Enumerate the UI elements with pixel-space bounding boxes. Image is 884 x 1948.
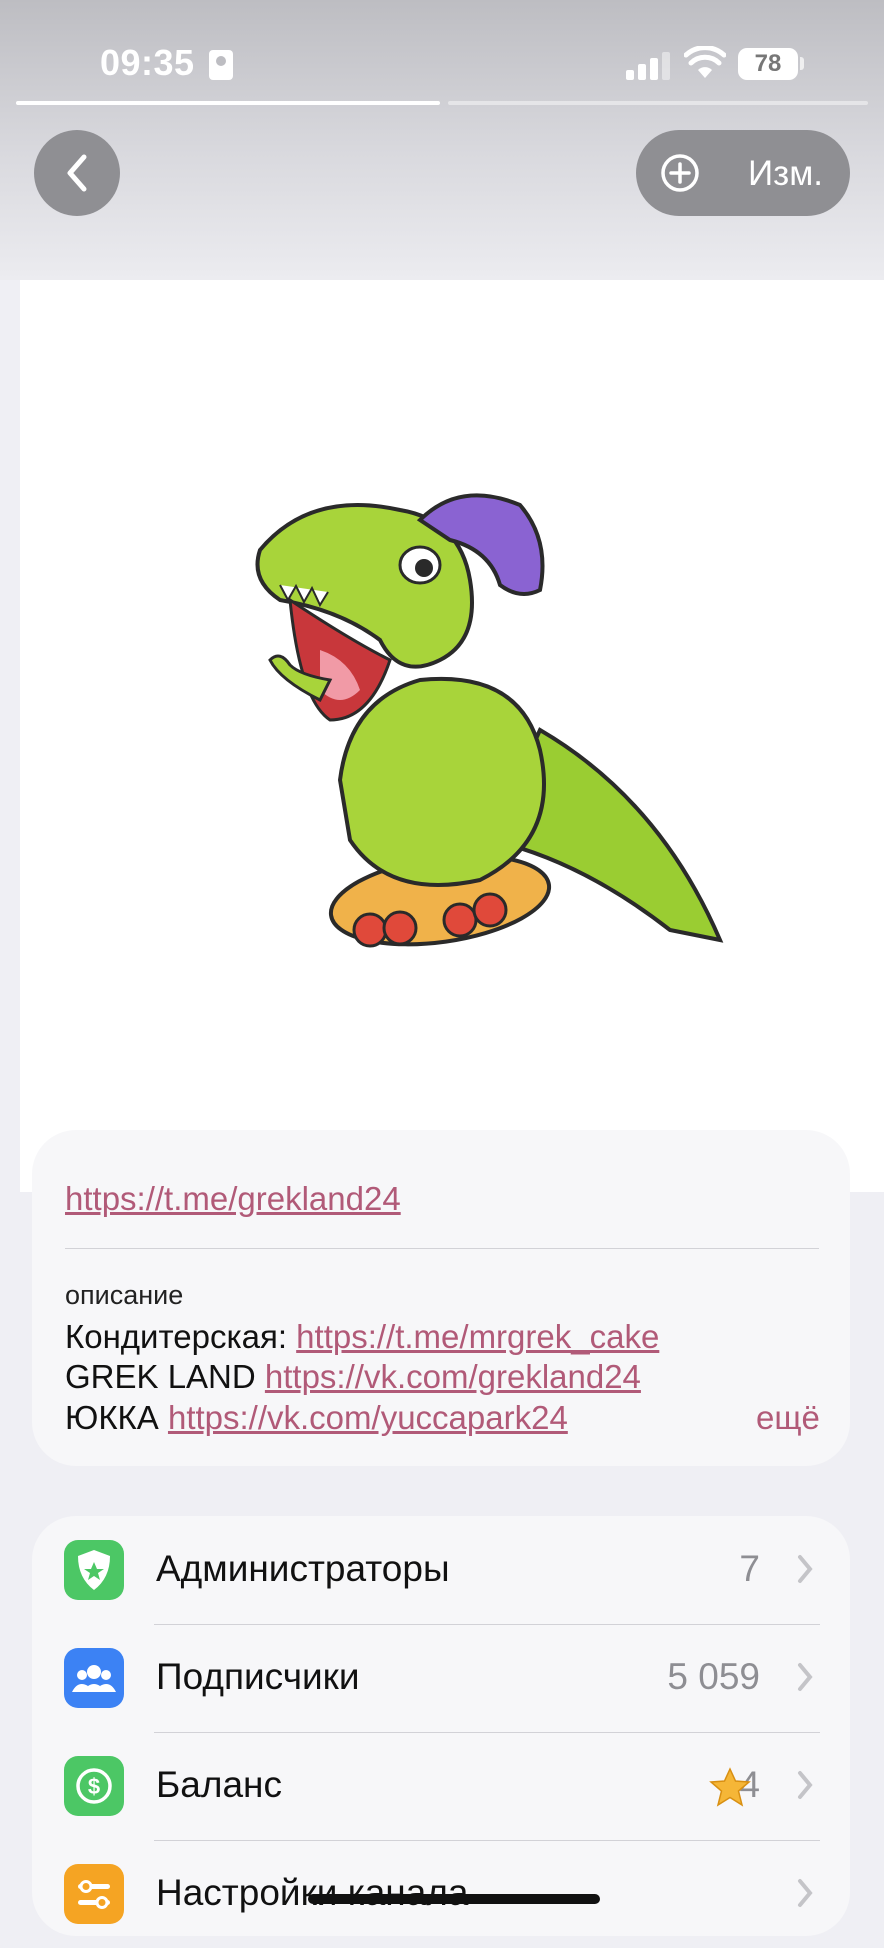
chevron-left-icon <box>67 154 87 192</box>
divider <box>65 1248 819 1249</box>
back-button[interactable] <box>34 130 120 216</box>
menu-item-administrators[interactable]: Администраторы 7 <box>32 1516 850 1624</box>
menu-item-value: 7 <box>739 1548 760 1589</box>
settings-icon <box>64 1864 124 1924</box>
contact-card-icon <box>209 50 233 80</box>
description-line: Кондитерская: https://t.me/mrgrek_cake <box>65 1318 659 1356</box>
description-text: GREK LAND <box>65 1358 265 1395</box>
story-progress-segment <box>448 101 868 105</box>
description-text: Кондитерская: <box>65 1318 297 1355</box>
description-link[interactable]: https://vk.com/grekland24 <box>265 1358 641 1395</box>
description-label: описание <box>65 1280 184 1310</box>
shield-star-icon <box>64 1540 124 1600</box>
dollar-icon: $ <box>64 1756 124 1816</box>
menu-item-value: 5 059 <box>667 1656 760 1697</box>
battery-tip <box>800 57 804 70</box>
wifi-icon <box>684 46 726 78</box>
chevron-right-icon <box>798 1771 813 1799</box>
description-line: ЮККА https://vk.com/yuccapark24 <box>65 1399 568 1437</box>
menu-item-label: Настройки канала <box>156 1872 469 1913</box>
channel-avatar[interactable] <box>20 280 884 1192</box>
edit-label: Изм. <box>748 154 823 193</box>
star-icon <box>709 1767 751 1807</box>
svg-text:$: $ <box>88 1774 100 1799</box>
story-progress-segment <box>16 101 440 105</box>
description-text: ЮККА <box>65 1399 168 1436</box>
menu-item-subscribers[interactable]: Подписчики 5 059 <box>32 1624 850 1732</box>
channel-link[interactable]: https://t.me/grekland24 <box>65 1180 401 1218</box>
show-more-link[interactable]: ещё <box>756 1399 820 1437</box>
people-icon <box>64 1648 124 1708</box>
description-link[interactable]: https://t.me/mrgrek_cake <box>296 1318 659 1355</box>
edit-button[interactable]: Изм. <box>636 130 850 216</box>
description-link[interactable]: https://vk.com/yuccapark24 <box>168 1399 568 1436</box>
dinosaur-skateboard-image <box>255 493 724 948</box>
status-time: 09:35 <box>100 42 195 83</box>
menu-item-label: Администраторы <box>156 1548 450 1589</box>
chevron-right-icon <box>798 1555 813 1583</box>
description-line: GREK LAND https://vk.com/grekland24 <box>65 1358 641 1396</box>
menu-item-label: Баланс <box>156 1764 282 1805</box>
battery-icon: 78 <box>738 48 798 80</box>
status-bar: 09:35 78 <box>0 0 884 110</box>
home-indicator <box>308 1894 600 1904</box>
cellular-signal-icon <box>626 50 672 80</box>
chevron-right-icon <box>798 1879 813 1907</box>
chevron-right-icon <box>798 1663 813 1691</box>
add-circle-icon <box>661 154 699 192</box>
menu-item-label: Подписчики <box>156 1656 360 1697</box>
